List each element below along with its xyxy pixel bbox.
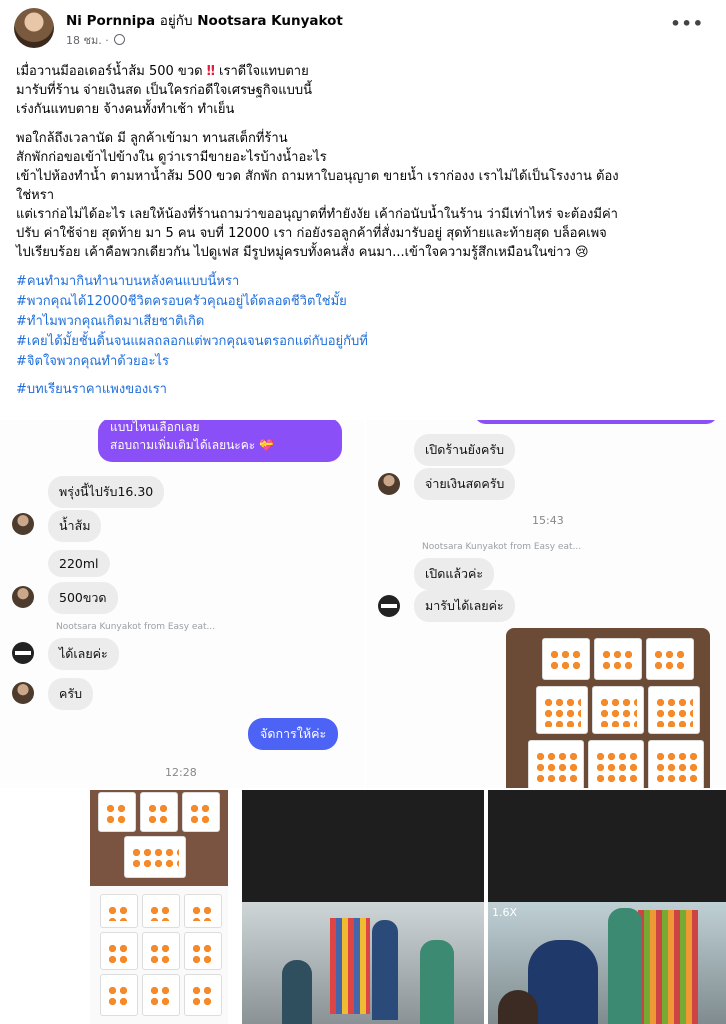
body-line: สักพักก่อขอเข้าไปข้างใน ดูว่าเรามีขายอะไ… bbox=[16, 150, 327, 165]
customer-avatar bbox=[378, 473, 400, 495]
message-bubble: 220ml bbox=[48, 550, 110, 577]
shop-reply-bubble: จัดการให้ค่ะ bbox=[248, 718, 339, 750]
juice-box bbox=[98, 792, 136, 832]
author-line: Ni Pornnipa อยู่กับ Nootsara Kunyakot bbox=[66, 9, 343, 31]
shop-logo-icon bbox=[378, 595, 400, 617]
juice-box bbox=[142, 932, 180, 970]
juice-box bbox=[184, 932, 222, 970]
shop-logo-icon bbox=[12, 642, 34, 664]
person-figure bbox=[608, 908, 642, 1024]
body-line: เมื่อวานมีออเดอร์น้ำส้ม 500 ขวด ‼ เราดีใ… bbox=[16, 64, 309, 79]
cctv-zoom-label: 1.6X bbox=[492, 906, 518, 919]
post-meta: 18 ชม. · bbox=[66, 31, 126, 49]
message-bubble: 500ขวด bbox=[48, 582, 118, 614]
message-bubble: เปิดร้านยังครับ bbox=[414, 434, 516, 466]
author-avatar[interactable] bbox=[14, 8, 54, 48]
cctv-photo-1[interactable] bbox=[242, 790, 484, 1024]
juice-box bbox=[100, 894, 138, 928]
customer-avatar bbox=[12, 513, 34, 535]
hashtag-link[interactable]: #จิตใจพวกคุณทำด้วยอะไร bbox=[16, 352, 716, 372]
shop-reply-line: แบบไหนเลือกเลย bbox=[110, 420, 200, 434]
person-figure bbox=[528, 940, 598, 1024]
juice-boxes-photo[interactable] bbox=[90, 790, 228, 1024]
message-bubble: มารับได้เลยค่ะ bbox=[414, 590, 515, 622]
globe-icon bbox=[114, 34, 126, 45]
body-line: ไปเรียบร้อย เค้าคือพวกเดียวกัน ไปดูเฟส ม… bbox=[16, 245, 589, 260]
sender-label: Nootsara Kunyakot from Easy eat... bbox=[422, 542, 582, 552]
juice-box bbox=[140, 792, 178, 832]
juice-box bbox=[100, 974, 138, 1016]
hashtag-link[interactable]: #บทเรียนราคาแพงของเรา bbox=[16, 380, 716, 400]
chat-time: 15:43 bbox=[532, 514, 564, 527]
post-time[interactable]: 18 ชม. bbox=[66, 34, 102, 47]
juice-box bbox=[184, 894, 222, 928]
double-exclamation-icon: ‼ bbox=[206, 64, 215, 79]
person-figure bbox=[372, 920, 398, 1020]
juice-box bbox=[100, 932, 138, 970]
sender-label: Nootsara Kunyakot from Easy eat... bbox=[56, 622, 216, 632]
message-bubble: เปิดแล้วค่ะ bbox=[414, 558, 495, 590]
post-header: Ni Pornnipa อยู่กับ Nootsara Kunyakot 18… bbox=[0, 0, 726, 56]
body-line: เข้าไปห้องทำน้ำ ตามหาน้ำส้ม 500 ขวด สักพ… bbox=[16, 169, 619, 184]
message-bubble: น้ำส้ม bbox=[48, 510, 102, 542]
body-line: พอใกล้ถึงเวลานัด มี ลูกค้าเข้ามา ทานสเต็… bbox=[16, 131, 288, 146]
clothes-rack bbox=[330, 918, 370, 1014]
person-figure bbox=[420, 940, 454, 1024]
author-name[interactable]: Ni Pornnipa bbox=[66, 13, 155, 29]
juice-box bbox=[648, 740, 704, 788]
shop-reply-bubble-edge bbox=[474, 420, 718, 424]
customer-avatar bbox=[12, 682, 34, 704]
juice-box bbox=[588, 740, 644, 788]
hashtag-link[interactable]: #คนทำมากินทำนาบนหลังคนแบบนี้หรา bbox=[16, 272, 716, 292]
juice-box bbox=[542, 638, 590, 680]
message-bubble: ได้เลยค่ะ bbox=[48, 638, 119, 670]
hashtag-link[interactable]: #ทำไมพวกคุณเกิดมาเสียชาติเกิด bbox=[16, 312, 716, 332]
hashtag-link[interactable]: #พวกคุณได้12000ชีวิตครอบครัวคุณอยู่ได้ตล… bbox=[16, 292, 716, 312]
tagged-name[interactable]: Nootsara Kunyakot bbox=[197, 13, 343, 29]
chat-screenshot-left[interactable]: แบบไหนเลือกเลย สอบถามเพิ่มเติมได้เลยนะคะ… bbox=[0, 420, 364, 788]
person-figure bbox=[498, 990, 538, 1024]
cctv-photo-2[interactable]: 1.6X bbox=[488, 790, 726, 1024]
juice-box bbox=[528, 740, 584, 788]
message-bubble: ครับ bbox=[48, 678, 94, 710]
shop-reply-bubble: แบบไหนเลือกเลย สอบถามเพิ่มเติมได้เลยนะคะ… bbox=[98, 420, 342, 462]
clothes-rack bbox=[638, 910, 698, 1024]
customer-avatar bbox=[12, 586, 34, 608]
chat-time: 12:28 bbox=[165, 766, 197, 779]
juice-box bbox=[182, 792, 220, 832]
juice-box bbox=[184, 974, 222, 1016]
body-line: แต่เราก่อไม่ได้อะไร เลยให้น้องที่ร้านถาม… bbox=[16, 207, 618, 222]
juice-box bbox=[124, 836, 186, 878]
message-bubble: จ่ายเงินสดครับ bbox=[414, 468, 516, 500]
juice-box bbox=[648, 686, 700, 734]
more-options-icon[interactable]: ••• bbox=[670, 14, 704, 33]
juice-box bbox=[594, 638, 642, 680]
body-line: มารับที่ร้าน จ่ายเงินสด เป็นใครก่อดีใจเศ… bbox=[16, 83, 313, 98]
body-line: เร่งกันแทบตาย จ้างคนทั้งทำเช้า ทำเย็น bbox=[16, 102, 235, 117]
juice-box bbox=[536, 686, 588, 734]
body-line: ใช่หรา bbox=[16, 188, 55, 203]
hashtag-list: #คนทำมากินทำนาบนหลังคนแบบนี้หรา #พวกคุณไ… bbox=[16, 272, 716, 400]
message-bubble: พรุ่งนี้ไปรับ16.30 bbox=[48, 476, 165, 508]
hashtag-link[interactable]: #เคยได้มั้ยชั้นดิ้นจนแผลถลอกแต่พวกคุณจนต… bbox=[16, 332, 716, 352]
juice-box bbox=[142, 974, 180, 1016]
post-body: เมื่อวานมีออเดอร์น้ำส้ม 500 ขวด ‼ เราดีใ… bbox=[16, 62, 716, 400]
chat-screenshot-right[interactable]: เปิดร้านยังครับ จ่ายเงินสดครับ 15:43 Noo… bbox=[366, 420, 726, 788]
juice-box bbox=[592, 686, 644, 734]
person-figure bbox=[282, 960, 312, 1024]
juice-box bbox=[142, 894, 180, 928]
body-line: ปรับ ค่าใช้จ่าย สุดท้าย มา 5 คน จบที่ 12… bbox=[16, 226, 607, 241]
shop-reply-line: สอบถามเพิ่มเติมได้เลยนะคะ 💝 bbox=[110, 438, 274, 452]
orange-juice-photo[interactable] bbox=[506, 628, 710, 788]
with-text: อยู่กับ bbox=[159, 13, 193, 29]
juice-box bbox=[646, 638, 694, 680]
